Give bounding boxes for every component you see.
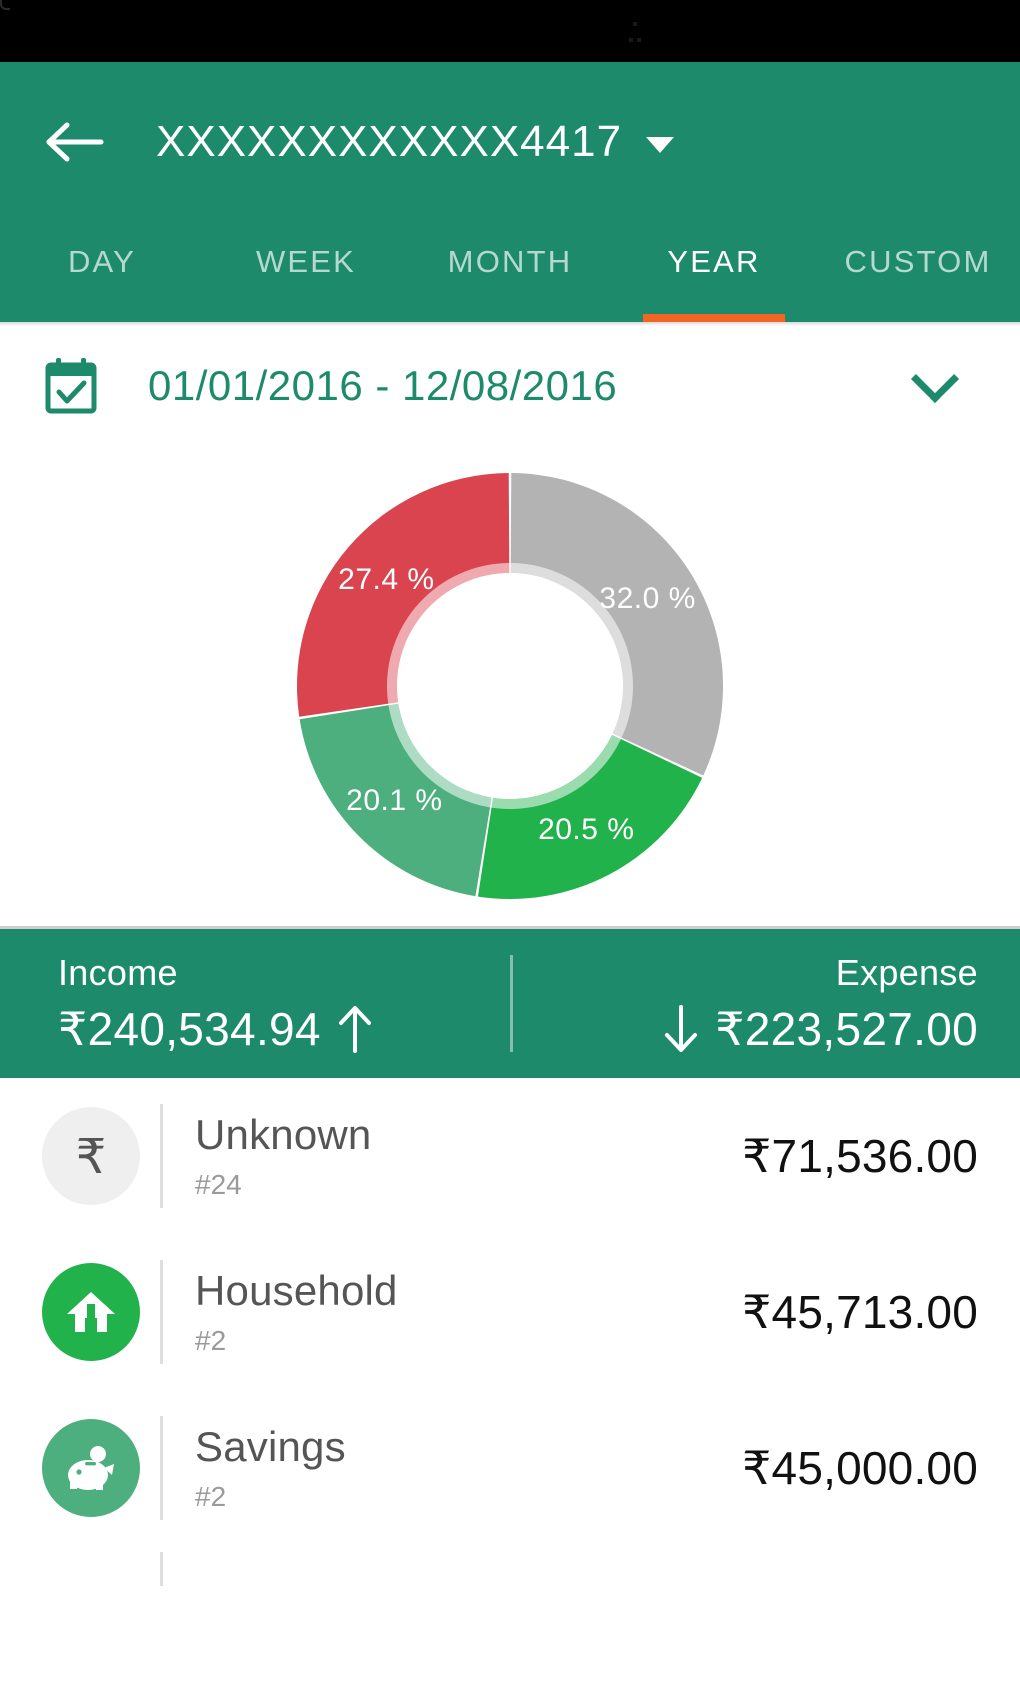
calendar-check-icon <box>45 358 97 414</box>
category-count: #2 <box>195 1481 227 1512</box>
tab-day-label: DAY <box>67 244 137 279</box>
rupee-icon: ₹ <box>76 1131 107 1184</box>
active-tab-indicator <box>642 314 786 322</box>
house-icon <box>67 1292 115 1332</box>
table-row[interactable]: Household #2 ₹45,713.00 <box>0 1234 1020 1390</box>
category-text: Savings #2 <box>195 1423 742 1513</box>
slice-label-0: 32.0 % <box>599 581 696 615</box>
row-divider <box>160 1552 163 1586</box>
avatar: ₹ <box>42 1107 140 1205</box>
category-name: Household <box>195 1267 398 1314</box>
piggy-bank-icon <box>68 1446 114 1490</box>
expense-value: ₹223,527.00 <box>715 1002 978 1055</box>
arrow-left-icon <box>46 122 104 162</box>
tab-custom-label: CUSTOM <box>844 244 992 279</box>
row-divider <box>160 1104 163 1208</box>
donut-chart-canvas: 32.0 % 20.5 % 20.1 % 27.4 % <box>290 466 730 906</box>
tab-year[interactable]: YEAR <box>612 222 816 322</box>
donut-chart: 32.0 % 20.5 % 20.1 % 27.4 % <box>0 446 1020 926</box>
app-root: XXXXXXXXXXXX4417 DAY WEEK MONTH YEAR CUS… <box>0 0 1020 1700</box>
arrow-up-icon <box>338 1005 371 1053</box>
tab-week[interactable]: WEEK <box>204 222 408 322</box>
slice-label-2: 20.1 % <box>346 783 443 817</box>
status-wifi-icon <box>0 0 10 10</box>
arrow-down-icon <box>665 1004 698 1052</box>
status-artifact-icon <box>629 38 633 42</box>
expense-value-row: ₹223,527.00 <box>661 1002 978 1056</box>
status-artifact-icon <box>633 22 637 26</box>
svg-text:₹: ₹ <box>76 1131 107 1184</box>
income-label: Income <box>58 951 178 993</box>
table-row[interactable]: Savings #2 ₹45,000.00 <box>0 1390 1020 1546</box>
table-row[interactable]: ₹ Unknown #24 ₹71,536.00 <box>0 1078 1020 1234</box>
tab-year-label: YEAR <box>667 244 761 279</box>
income-value-row: ₹240,534.94 <box>58 1002 375 1056</box>
expense-summary: Expense ₹223,527.00 <box>518 929 1020 1078</box>
app-bar: XXXXXXXXXXXX4417 DAY WEEK MONTH YEAR CUS… <box>0 62 1020 322</box>
row-divider <box>160 1416 163 1520</box>
category-count: #2 <box>195 1325 227 1356</box>
donut-hole <box>397 573 623 799</box>
date-range-label: 01/01/2016 - 12/08/2016 <box>148 362 618 409</box>
account-selector[interactable]: XXXXXXXXXXXX4417 <box>156 117 675 167</box>
slice-label-3: 27.4 % <box>338 562 435 596</box>
slice-label-1: 20.5 % <box>538 813 635 847</box>
summary-bar: Income ₹240,534.94 Expense ₹223,527.00 <box>0 926 1020 1078</box>
row-divider <box>160 1260 163 1364</box>
category-amount: ₹45,713.00 <box>742 1286 978 1338</box>
category-text: Unknown #24 <box>195 1111 742 1201</box>
tab-month[interactable]: MONTH <box>408 222 612 322</box>
table-row[interactable] <box>0 1546 1020 1586</box>
account-title-label: XXXXXXXXXXXX4417 <box>156 117 623 166</box>
category-amount: ₹71,536.00 <box>742 1130 978 1182</box>
income-value: ₹240,534.94 <box>58 1002 321 1055</box>
tab-custom[interactable]: CUSTOM <box>816 222 1020 322</box>
category-amount: ₹45,000.00 <box>742 1442 978 1494</box>
back-button[interactable] <box>42 109 108 175</box>
tab-week-label: WEEK <box>255 244 357 279</box>
date-range-selector[interactable]: 01/01/2016 - 12/08/2016 <box>0 326 1020 446</box>
tab-day[interactable]: DAY <box>0 222 204 322</box>
chevron-down-icon[interactable] <box>910 354 960 404</box>
income-summary: Income ₹240,534.94 <box>0 929 518 1078</box>
expense-label: Expense <box>835 951 978 993</box>
status-artifact-icon <box>637 38 641 42</box>
period-tabs: DAY WEEK MONTH YEAR CUSTOM <box>0 222 1020 322</box>
category-name: Unknown <box>195 1111 372 1158</box>
category-text: Household #2 <box>195 1267 742 1357</box>
avatar <box>42 1263 140 1361</box>
app-bar-top: XXXXXXXXXXXX4417 <box>0 62 1020 222</box>
category-list: ₹ Unknown #24 ₹71,536.00 Household #2 ₹4… <box>0 1078 1020 1586</box>
category-count: #24 <box>195 1169 242 1200</box>
status-bar <box>0 0 1020 62</box>
avatar <box>42 1419 140 1517</box>
donut-chart-svg <box>297 473 723 899</box>
summary-divider <box>510 955 513 1052</box>
tab-month-label: MONTH <box>447 244 573 279</box>
caret-down-icon <box>646 137 675 153</box>
category-name: Savings <box>195 1423 346 1470</box>
